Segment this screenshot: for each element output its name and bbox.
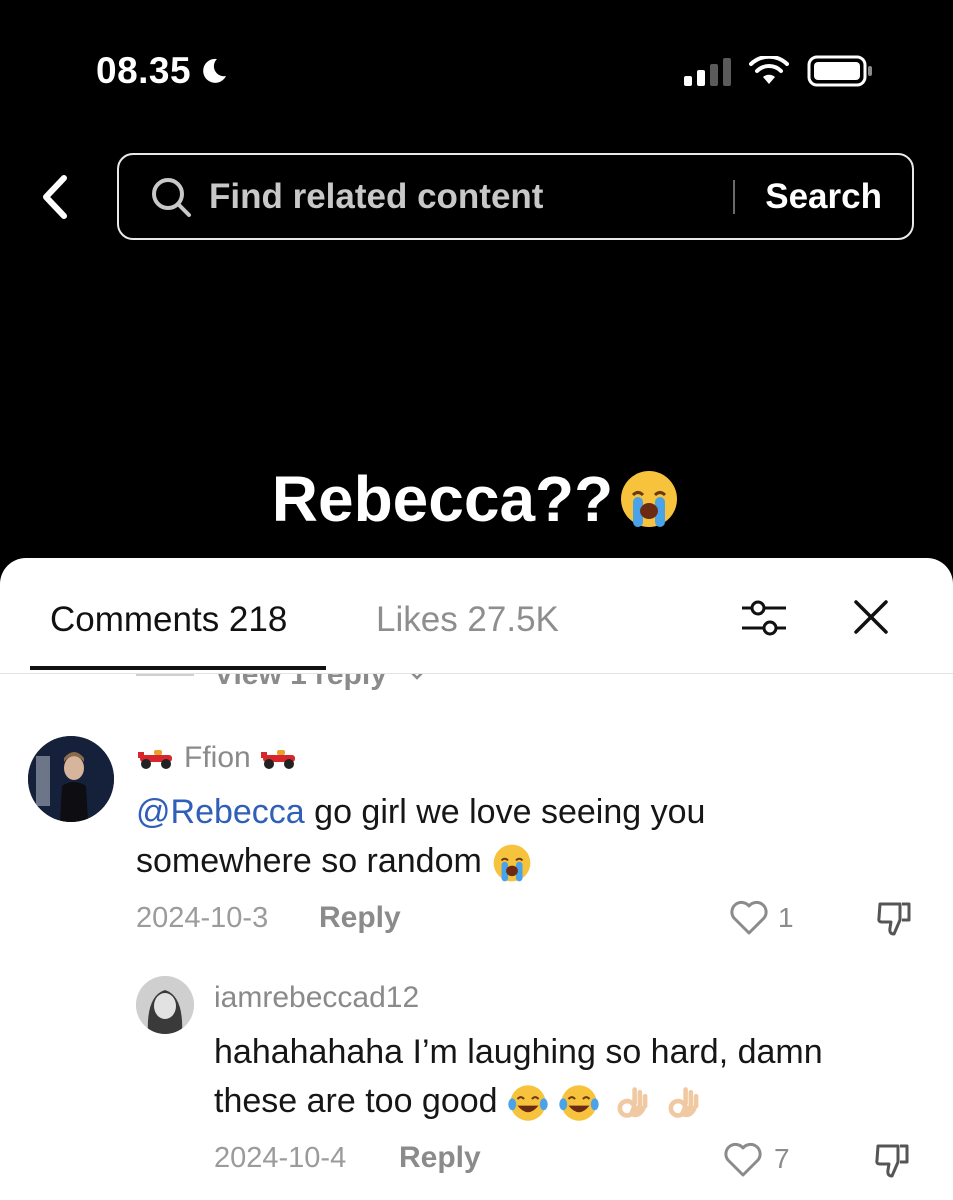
search-icon [152, 177, 191, 217]
search-button[interactable]: Search [735, 177, 912, 217]
video-caption: Rebecca?? [0, 462, 953, 536]
comments-sheet: Comments 218 Likes 27.5K View 1 reply Ff… [0, 558, 953, 1200]
signal-icon [684, 56, 731, 86]
reply-button[interactable]: Reply [399, 1141, 481, 1175]
comment-text: hahahahaha I’m laughing so hard, damn th… [214, 1028, 934, 1126]
ok-hand-emoji-icon [617, 1087, 648, 1118]
heart-icon[interactable] [722, 1140, 764, 1178]
status-time: 08.35 [96, 50, 229, 92]
comment-text-line2: these are too good [214, 1082, 508, 1120]
ok-hand-emoji-icon [668, 1087, 699, 1118]
search-bar[interactable]: Search [117, 153, 914, 240]
video-caption-text: Rebecca?? [271, 463, 614, 535]
avatar-image-icon [136, 976, 194, 1034]
wifi-icon [749, 56, 789, 84]
tears-of-joy-emoji-icon [508, 1085, 548, 1121]
search-input[interactable] [209, 176, 734, 217]
comment-text-line1: hahahahaha I’m laughing so hard, damn [214, 1033, 823, 1071]
status-time-text: 08.35 [96, 50, 192, 91]
moon-icon [203, 58, 227, 83]
comment-date: 2024-10-4 [214, 1142, 347, 1174]
like-count: 7 [774, 1143, 790, 1174]
comment-username[interactable]: iamrebeccad12 [214, 981, 419, 1015]
battery-icon [807, 55, 872, 87]
reply-item: iamrebeccad12 hahahahaha I’m laughing so… [0, 558, 953, 1200]
loudly-crying-emoji-icon [621, 471, 678, 527]
avatar[interactable] [136, 976, 194, 1034]
tears-of-joy-emoji-icon [559, 1085, 600, 1121]
thumbs-down-icon[interactable] [872, 1140, 912, 1180]
status-icons [684, 55, 873, 87]
back-chevron-icon[interactable] [38, 172, 72, 222]
